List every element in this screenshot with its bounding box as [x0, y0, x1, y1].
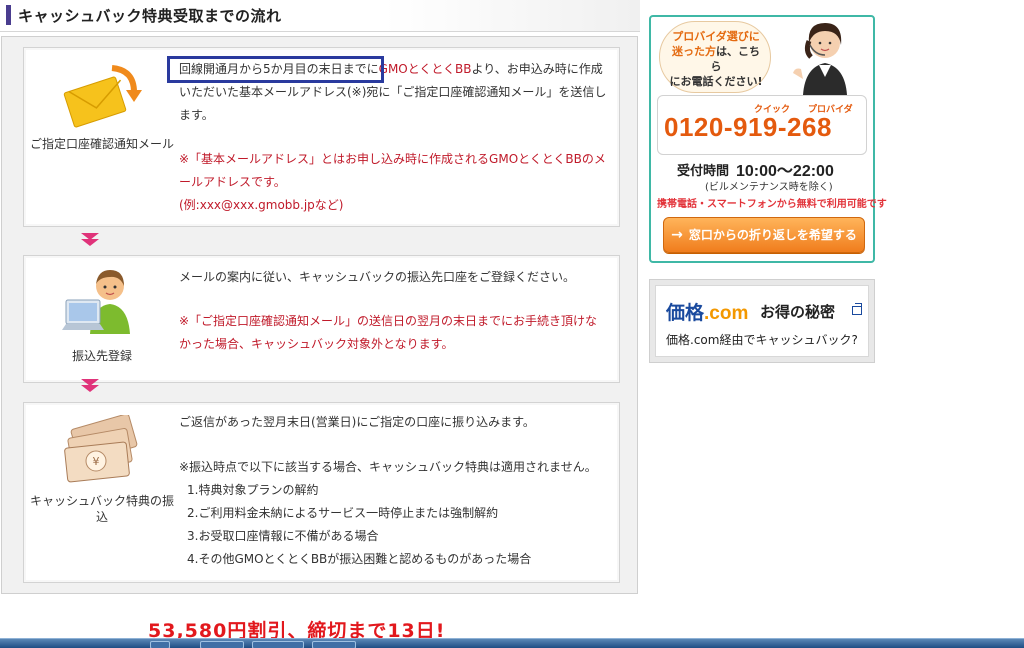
kakaku-banner-inner: 価格.com お得の秘密 価格.com経由でキャッシュバック? — [655, 285, 869, 357]
kakaku-logo-domain: .com — [704, 303, 749, 324]
step-account-registration: 振込先登録 メールの案内に従い、キャッシュバックの振込先口座をご登録ください。 … — [23, 255, 620, 383]
kakaku-banner[interactable]: 価格.com お得の秘密 価格.com経由でキャッシュバック? — [649, 279, 875, 363]
step-cashback-transfer: ¥ キャッシュバック特典の振込 ご返信があった翌月末日(営業日)にご指定の口座に… — [23, 402, 620, 583]
step2-icon-area: 振込先登録 — [30, 264, 174, 364]
highlight-box — [167, 56, 384, 83]
taskbar-app-button[interactable] — [252, 641, 304, 648]
envelope-icon — [63, 65, 142, 128]
section-title: キャッシュバック特典受取までの流れ — [18, 7, 282, 25]
step2-note: ※「ご指定口座確認通知メール」の送信日の翌月の末日までにお手続き頂けなかった場合… — [179, 314, 598, 351]
arrow-right-icon: → — [671, 227, 683, 243]
step1-icon-area: ご指定口座確認通知メール — [30, 62, 174, 152]
bubble-line-1: プロバイダ選びに — [672, 30, 760, 43]
kakaku-logo-name: 価格 — [666, 303, 705, 324]
section-header-bar — [6, 5, 11, 25]
callback-button-label: 窓口からの折り返しを希望する — [688, 228, 857, 242]
list-item: 1.特典対象プランの解約 — [187, 483, 319, 497]
step3-note: ※振込時点で以下に該当する場合、キャッシュバック特典は適用されません。 — [179, 460, 597, 474]
step3-label: キャッシュバック特典の振込 — [30, 494, 175, 524]
step2-main-paragraph: メールの案内に従い、キャッシュバックの振込先口座をご登録ください。 — [179, 270, 576, 284]
step3-icon-area: ¥ キャッシュバック特典の振込 — [30, 413, 175, 525]
list-item: 3.お受取口座情報に不備がある場合 — [187, 529, 379, 543]
bubble-emphasis: 迷った方 — [672, 45, 716, 58]
step1-example: (例:xxx@xxx.gmobb.jpなど) — [179, 198, 344, 212]
phone-contact-banner[interactable]: プロバイダ選びに 迷った方は、こちら にお電話ください! クイック プロバイダ … — [649, 15, 887, 263]
taskbar-app-button[interactable] — [200, 641, 244, 648]
money-icon: ¥ — [64, 413, 138, 483]
bubble-line-3: にお電話ください! — [669, 75, 763, 88]
callback-request-button[interactable]: → 窓口からの折り返しを希望する — [663, 217, 865, 253]
step1-brand-text: GMOとくとくBB — [378, 62, 472, 76]
step2-text: メールの案内に従い、キャッシュバックの振込先口座をご登録ください。 ※「ご指定口… — [179, 266, 607, 356]
step3-exception-list: 1.特典対象プランの解約 2.ご利用料金未納によるサービス一時停止または強制解約… — [179, 479, 607, 571]
list-item: 2.ご利用料金未納によるサービス一時停止または強制解約 — [187, 506, 499, 520]
speech-bubble: プロバイダ選びに 迷った方は、こちら にお電話ください! — [659, 21, 771, 93]
step2-label: 振込先登録 — [71, 349, 132, 363]
step3-text: ご返信があった翌月末日(営業日)にご指定の口座に振り込みます。 ※振込時点で以下… — [179, 411, 607, 571]
person-computer-icon — [62, 270, 130, 334]
svg-text:¥: ¥ — [93, 455, 100, 468]
list-item: 4.その他GMOとくとくBBが振込困難と認めるものがあった場合 — [187, 552, 532, 566]
kakaku-subtitle: 価格.com経由でキャッシュバック? — [666, 333, 858, 347]
taskbar-app-button[interactable] — [150, 641, 170, 648]
bubble-line-2-rest: は、こちら — [710, 45, 761, 73]
external-link-icon — [852, 303, 862, 315]
free-call-note: 携帯電話・スマートフォンから無料で利用可能です — [657, 199, 887, 210]
taskbar-app-button[interactable] — [312, 641, 356, 648]
phone-number: 0120-919-268 — [664, 112, 832, 142]
kakaku-secret-title: お得の秘密 — [760, 303, 836, 321]
step3-main-paragraph: ご返信があった翌月末日(営業日)にご指定の口座に振り込みます。 — [179, 415, 535, 429]
taskbar — [0, 638, 1024, 648]
operator-icon — [793, 23, 847, 95]
flow-panel: ご指定口座確認通知メール 回線開通月から5か月目の末日までにGMOとくとくBBよ… — [1, 36, 638, 594]
section-header: キャッシュバック特典受取までの流れ — [0, 0, 640, 32]
hours-label: 受付時間 — [677, 164, 730, 179]
step1-note: ※「基本メールアドレス」とはお申し込み時に作成されるGMOとくとくBBのメールア… — [179, 152, 606, 189]
bubble-line-2: 迷った方は、こちら — [668, 44, 764, 74]
step1-label: ご指定口座確認通知メール — [30, 137, 175, 151]
kakaku-logo: 価格.com — [666, 298, 748, 325]
phone-number-box: クイック プロバイダ 0120-919-268 — [657, 95, 867, 155]
hours-note: (ビルメンテナンス時を除く) — [705, 182, 833, 193]
